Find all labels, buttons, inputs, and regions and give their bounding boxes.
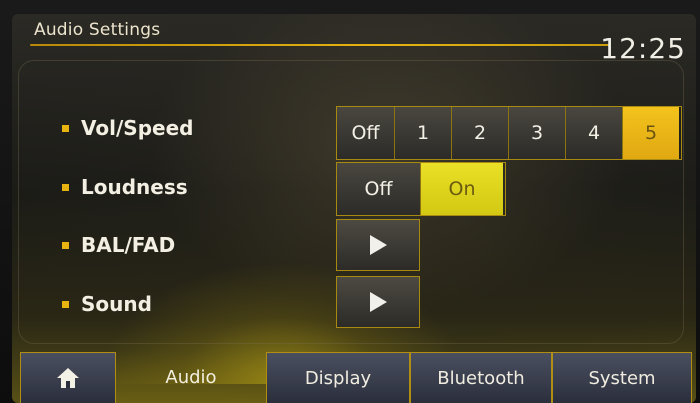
loudness-selector: Off On: [336, 162, 506, 216]
vol-speed-option-off[interactable]: Off: [337, 107, 395, 159]
vol-speed-option-3[interactable]: 3: [509, 107, 566, 159]
play-arrow-icon: [369, 292, 387, 312]
bal-fad-text: BAL/FAD: [81, 233, 176, 257]
bullet-icon: [62, 241, 69, 249]
bullet-icon: [62, 124, 69, 132]
tab-home[interactable]: [20, 352, 116, 403]
bullet-icon: [62, 300, 69, 308]
tab-display[interactable]: Display: [266, 352, 410, 403]
tab-bluetooth[interactable]: Bluetooth: [410, 352, 552, 403]
vol-speed-option-1[interactable]: 1: [395, 107, 452, 159]
vol-speed-selector: Off 1 2 3 4 5: [336, 106, 682, 160]
bottom-tab-bar: Audio Display Bluetooth System: [0, 352, 700, 403]
tab-system[interactable]: System: [552, 352, 692, 403]
vol-speed-option-2[interactable]: 2: [452, 107, 509, 159]
bal-fad-open-button[interactable]: [336, 219, 420, 271]
vol-speed-text: Vol/Speed: [81, 116, 194, 140]
vol-speed-option-5[interactable]: 5: [623, 107, 679, 159]
vol-speed-option-4[interactable]: 4: [566, 107, 623, 159]
loudness-option-off[interactable]: Off: [337, 163, 421, 215]
sound-label: Sound: [62, 292, 152, 316]
play-arrow-icon: [369, 235, 387, 255]
loudness-label: Loudness: [62, 175, 188, 199]
vol-speed-label: Vol/Speed: [62, 116, 193, 140]
loudness-text: Loudness: [81, 175, 188, 199]
title-underline: [30, 44, 610, 46]
bullet-icon: [62, 183, 69, 191]
home-icon: [57, 368, 79, 388]
sound-text: Sound: [81, 292, 152, 316]
sound-open-button[interactable]: [336, 276, 420, 328]
loudness-option-on[interactable]: On: [421, 163, 503, 215]
bal-fad-label: BAL/FAD: [62, 233, 175, 257]
page-title: Audio Settings: [34, 20, 161, 40]
tab-audio[interactable]: Audio: [116, 352, 266, 403]
